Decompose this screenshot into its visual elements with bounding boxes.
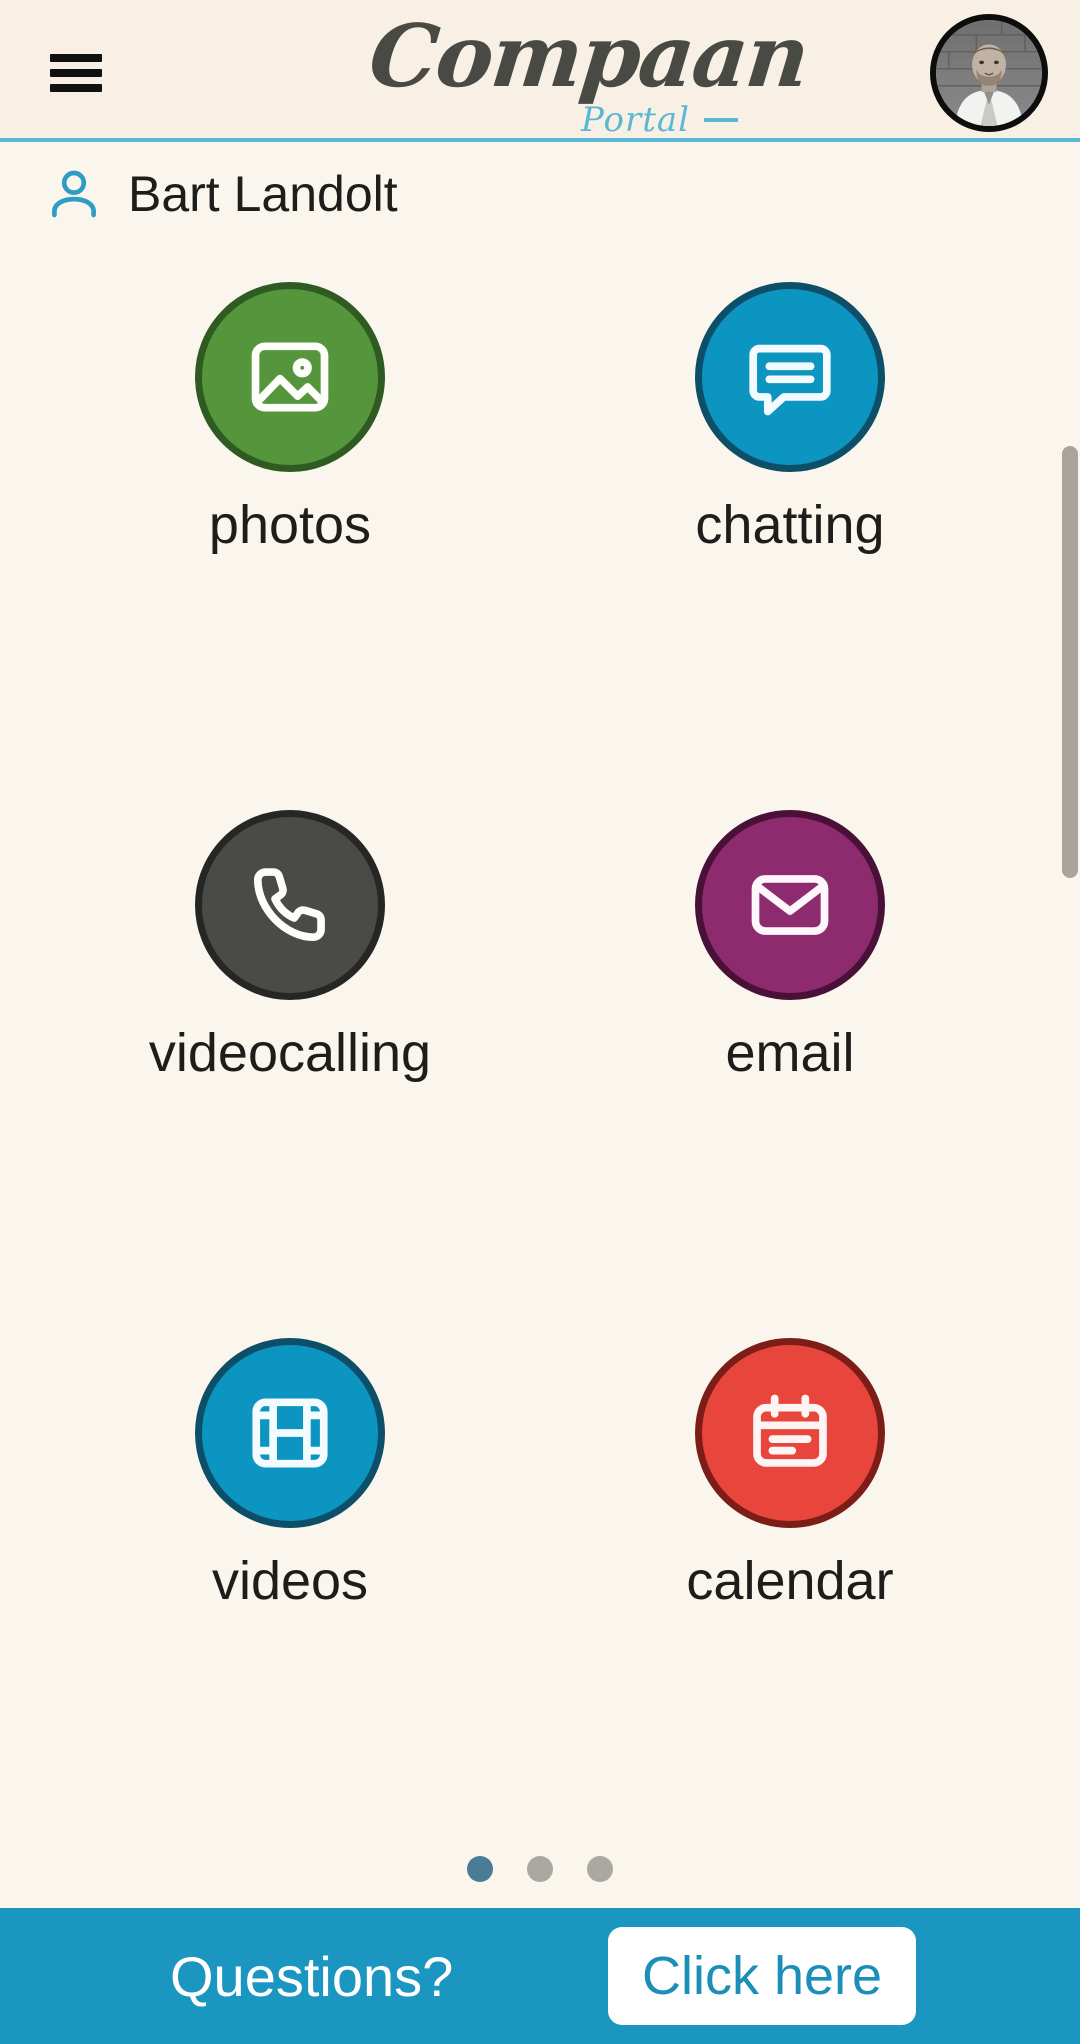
videos-icon-disc <box>195 1338 385 1528</box>
videocalling-icon-disc <box>195 810 385 1000</box>
app-grid: photos chatting videocalling email video… <box>0 246 1080 1830</box>
hamburger-menu-icon[interactable] <box>50 54 102 92</box>
brand-subtitle-group: Portal <box>581 100 738 140</box>
app-tile-calendar[interactable]: calendar <box>540 1302 1040 1830</box>
app-tile-videos[interactable]: videos <box>40 1302 540 1830</box>
pagination-dots <box>0 1830 1080 1908</box>
phone-icon <box>253 868 325 942</box>
app-header: Compaan Portal <box>0 0 1080 142</box>
pagination-dot-3[interactable] <box>587 1856 613 1882</box>
chat-icon <box>749 344 831 416</box>
brand-dash-icon <box>704 118 738 122</box>
current-user-name: Bart Landolt <box>128 166 398 222</box>
app-label: videocalling <box>148 1023 432 1083</box>
current-user-row: Bart Landolt <box>0 142 1080 246</box>
brand-subtitle: Portal <box>580 100 690 140</box>
app-tile-photos[interactable]: photos <box>40 246 540 774</box>
vertical-scrollbar[interactable] <box>1062 246 1080 1830</box>
app-label: videos <box>211 1551 369 1611</box>
hamburger-bar <box>50 54 102 62</box>
scrollbar-thumb[interactable] <box>1062 446 1078 878</box>
photos-icon-disc <box>195 282 385 472</box>
app-label: chatting <box>695 495 885 555</box>
click-here-button[interactable]: Click here <box>608 1927 917 2025</box>
email-icon-disc <box>695 810 885 1000</box>
app-label: calendar <box>686 1551 894 1611</box>
app-tile-chatting[interactable]: chatting <box>540 246 1040 774</box>
app-tile-videocalling[interactable]: videocalling <box>40 774 540 1302</box>
person-icon <box>46 166 102 222</box>
app-label: email <box>725 1023 855 1083</box>
hamburger-bar <box>50 69 102 77</box>
calendar-icon-disc <box>695 1338 885 1528</box>
pagination-dot-2[interactable] <box>527 1856 553 1882</box>
app-screen: Compaan Portal Bart Landolt photos chatt… <box>0 0 1080 2044</box>
help-bar: Questions? Click here <box>0 1908 1080 2044</box>
calendar-icon <box>753 1394 827 1467</box>
app-tile-email[interactable]: email <box>540 774 1040 1302</box>
avatar[interactable] <box>930 14 1048 132</box>
chatting-icon-disc <box>695 282 885 472</box>
hamburger-bar <box>50 84 102 92</box>
app-label: photos <box>208 495 372 555</box>
brand-name: Compaan <box>364 6 813 107</box>
film-icon <box>252 1398 328 1468</box>
pagination-dot-1[interactable] <box>467 1856 493 1882</box>
help-question-text: Questions? <box>170 1944 454 2008</box>
image-icon <box>251 342 329 412</box>
brand-logo: Compaan Portal <box>0 0 1080 142</box>
envelope-icon <box>751 875 829 935</box>
avatar-photo <box>936 20 1042 126</box>
